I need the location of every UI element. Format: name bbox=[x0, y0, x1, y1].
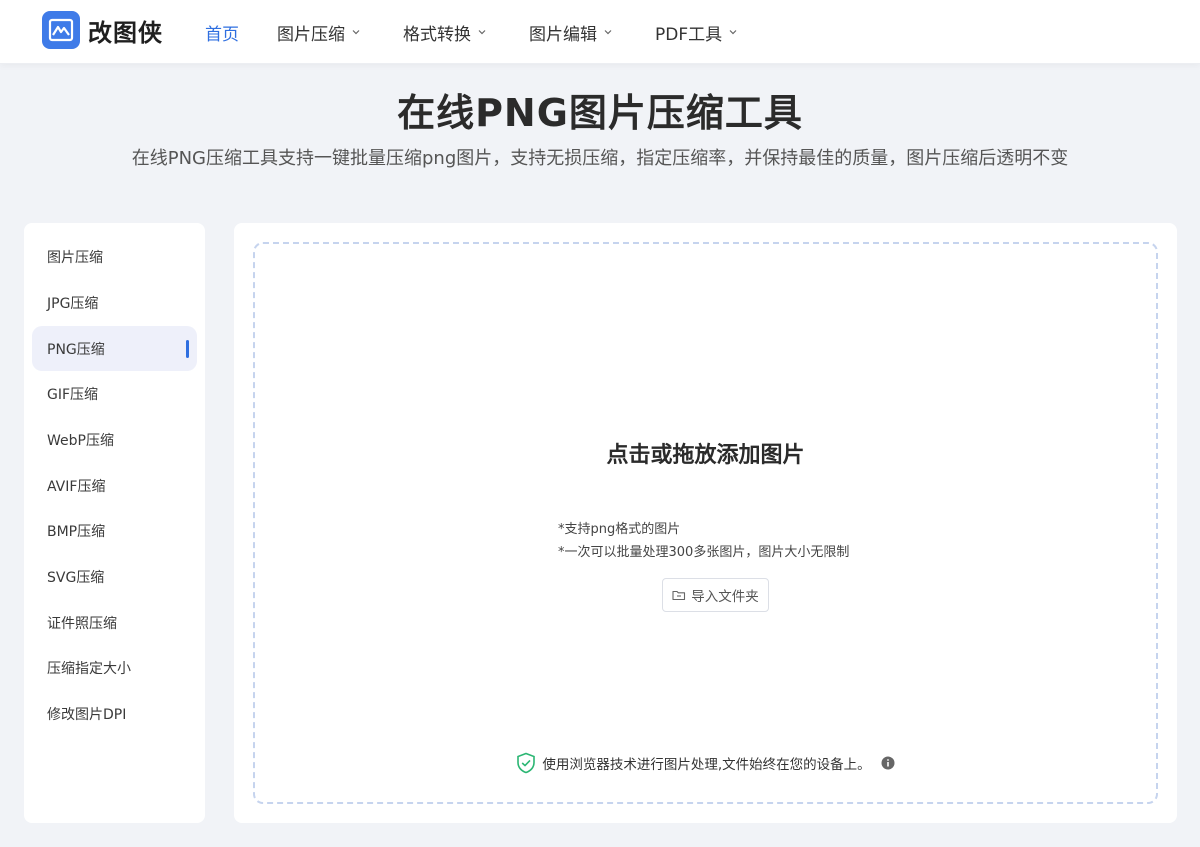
sidebar-item-change-dpi[interactable]: 修改图片DPI bbox=[32, 691, 197, 736]
privacy-note: 使用浏览器技术进行图片处理,文件始终在您的设备上。 bbox=[255, 752, 1156, 774]
sidebar-item-id-photo-compress[interactable]: 证件照压缩 bbox=[32, 600, 197, 645]
main-nav: 首页 图片压缩 格式转换 图片编辑 PDF工具 bbox=[205, 0, 780, 64]
sidebar-item-gif-compress[interactable]: GIF压缩 bbox=[32, 371, 197, 416]
import-folder-button[interactable]: 导入文件夹 bbox=[662, 578, 769, 612]
sidebar-item-label: GIF压缩 bbox=[47, 386, 99, 403]
format-note: *支持png格式的图片 bbox=[558, 522, 681, 537]
sidebar-item-png-compress[interactable]: PNG压缩 bbox=[32, 326, 197, 371]
sidebar-item-label: JPG压缩 bbox=[47, 295, 99, 312]
sidebar-item-compress-to-size[interactable]: 压缩指定大小 bbox=[32, 645, 197, 690]
upload-dropzone[interactable]: 点击或拖放添加图片 *支持png格式的图片 *一次可以批量处理300多张图片，图… bbox=[253, 242, 1158, 804]
nav-label: 图片压缩 bbox=[277, 24, 345, 45]
sidebar-item-webp-compress[interactable]: WebP压缩 bbox=[32, 417, 197, 462]
main-panel: 点击或拖放添加图片 *支持png格式的图片 *一次可以批量处理300多张图片，图… bbox=[234, 223, 1177, 823]
page-subtitle: 在线PNG压缩工具支持一键批量压缩png图片，支持无损压缩，指定压缩率，并保持最… bbox=[131, 148, 1069, 169]
sidebar-item-bmp-compress[interactable]: BMP压缩 bbox=[32, 508, 197, 553]
sidebar-item-label: WebP压缩 bbox=[47, 432, 114, 449]
top-header: 改图侠 首页 图片压缩 格式转换 图片编辑 PDF工具 bbox=[0, 0, 1200, 64]
sidebar-item-jpg-compress[interactable]: JPG压缩 bbox=[32, 280, 197, 325]
nav-item-format-convert[interactable]: 格式转换 bbox=[403, 20, 487, 45]
brand-logo[interactable]: 改图侠 bbox=[42, 11, 163, 49]
dropzone-title: 点击或拖放添加图片 bbox=[606, 443, 805, 468]
sidebar-item-label: 修改图片DPI bbox=[47, 706, 127, 723]
nav-label: 格式转换 bbox=[403, 24, 471, 45]
nav-label: 首页 bbox=[205, 24, 239, 45]
info-icon[interactable] bbox=[881, 756, 895, 770]
chevron-down-icon bbox=[352, 30, 360, 35]
chevron-down-icon bbox=[604, 30, 612, 35]
active-indicator bbox=[186, 340, 189, 358]
sidebar-item-label: 压缩指定大小 bbox=[47, 660, 131, 677]
privacy-note-text: 使用浏览器技术进行图片处理,文件始终在您的设备上。 bbox=[542, 757, 871, 773]
nav-item-pdf-tools[interactable]: PDF工具 bbox=[655, 20, 738, 45]
tool-sidebar: 图片压缩 JPG压缩 PNG压缩 GIF压缩 WebP压缩 AVIF压缩 BMP… bbox=[24, 223, 205, 823]
sidebar-item-label: 图片压缩 bbox=[47, 249, 103, 266]
nav-label: 图片编辑 bbox=[529, 24, 597, 45]
batch-note: *一次可以批量处理300多张图片，图片大小无限制 bbox=[558, 545, 850, 560]
sidebar-item-label: BMP压缩 bbox=[47, 523, 106, 540]
chevron-down-icon bbox=[478, 30, 486, 35]
nav-item-image-edit[interactable]: 图片编辑 bbox=[529, 20, 613, 45]
sidebar-item-label: SVG压缩 bbox=[47, 569, 105, 586]
page-title: 在线PNG图片压缩工具 bbox=[397, 91, 803, 135]
sidebar-item-avif-compress[interactable]: AVIF压缩 bbox=[32, 463, 197, 508]
logo-icon bbox=[42, 11, 80, 49]
shield-check-icon bbox=[517, 752, 536, 774]
sidebar-item-label: PNG压缩 bbox=[47, 341, 105, 358]
nav-item-home[interactable]: 首页 bbox=[205, 20, 239, 45]
sidebar-item-svg-compress[interactable]: SVG压缩 bbox=[32, 554, 197, 599]
chevron-down-icon bbox=[729, 30, 737, 35]
brand-name: 改图侠 bbox=[88, 18, 163, 47]
sidebar-item-image-compress[interactable]: 图片压缩 bbox=[32, 234, 197, 279]
nav-item-image-compress[interactable]: 图片压缩 bbox=[277, 20, 361, 45]
folder-icon bbox=[672, 590, 686, 601]
import-folder-label: 导入文件夹 bbox=[691, 589, 759, 605]
sidebar-item-label: 证件照压缩 bbox=[47, 615, 117, 632]
sidebar-item-label: AVIF压缩 bbox=[47, 478, 106, 495]
nav-label: PDF工具 bbox=[655, 24, 723, 45]
